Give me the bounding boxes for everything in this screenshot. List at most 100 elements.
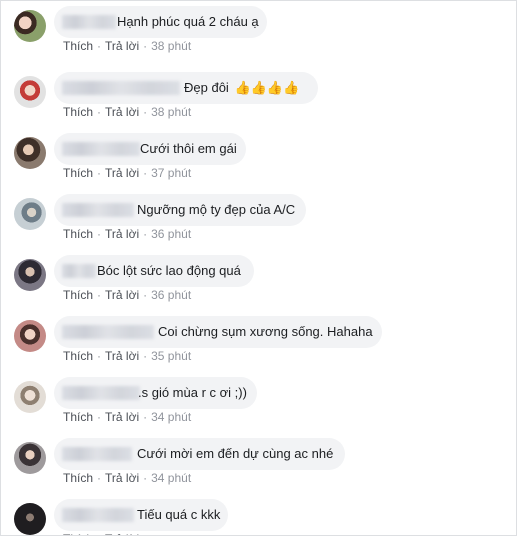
comment-bubble: Coi chừng sụm xương sống. Hahaha <box>54 316 382 348</box>
separator: · <box>143 471 148 485</box>
separator: · <box>97 532 101 535</box>
separator: · <box>143 349 148 363</box>
avatar[interactable] <box>14 503 46 535</box>
comment-text: Cưới thôi em gái <box>140 141 237 156</box>
comment-item: Tiếu quá c kkk Thích · Trả lời · <box>1 494 516 535</box>
timestamp[interactable]: 38 phút <box>151 39 191 53</box>
separator: · <box>97 39 102 53</box>
comment-actions: Thích · Trả lời · 35 phút <box>63 349 191 363</box>
comment-bubble: Đẹp đôi 👍👍👍👍 <box>54 72 318 104</box>
timestamp[interactable]: 36 phút <box>151 227 191 241</box>
like-link[interactable]: Thích <box>63 349 93 363</box>
like-link[interactable]: Thích <box>63 105 93 119</box>
timestamp[interactable]: 34 phút <box>151 410 191 424</box>
commenter-name-blurred[interactable] <box>62 386 140 400</box>
comment-actions: Thích · Trả lời · 36 phút <box>63 227 191 241</box>
reply-link[interactable]: Trả lời <box>105 39 139 53</box>
comment-actions: Thích · Trả lời · 34 phút <box>63 410 191 424</box>
comment-bubble: Bóc lột sức lao động quá <box>54 255 254 287</box>
comment-item: Coi chừng sụm xương sống. Hahaha Thích · T… <box>1 311 516 372</box>
separator: · <box>97 410 102 424</box>
reply-link[interactable]: Trả lời <box>105 105 139 119</box>
commenter-name-blurred[interactable] <box>62 264 96 278</box>
like-link[interactable]: Thích <box>63 471 93 485</box>
thumbs-up-emoji: 👍👍👍👍 <box>234 80 300 95</box>
timestamp[interactable]: 37 phút <box>151 166 191 180</box>
comment-item: Cưới thôi em gái Thích · Trả lời · 37 phút <box>1 128 516 189</box>
comment-bubble: Ngưỡng mộ ty đẹp của A/C <box>54 194 306 226</box>
separator: · <box>143 105 148 119</box>
comment-item: Đẹp đôi 👍👍👍👍 Thích · Trả lời · 38 phút <box>1 67 516 128</box>
comment-bubble: Tiếu quá c kkk <box>54 499 228 531</box>
avatar[interactable] <box>14 10 46 42</box>
separator: · <box>97 227 102 241</box>
commenter-name-blurred[interactable] <box>62 15 116 29</box>
like-link[interactable]: Thích <box>63 532 93 535</box>
comment-text: Đẹp đôi 👍👍👍👍 <box>184 80 299 96</box>
comment-item: .s gió mùa r c ơi ;)) Thích · Trả lời · 34 p… <box>1 372 516 433</box>
commenter-name-blurred[interactable] <box>62 447 132 461</box>
comment-item: Cưới mời em đến dự cùng ac nhé Thích · Trả… <box>1 433 516 494</box>
commenter-name-blurred[interactable] <box>62 325 154 339</box>
avatar[interactable] <box>14 381 46 413</box>
separator: · <box>97 166 102 180</box>
separator: · <box>97 288 102 302</box>
like-link[interactable]: Thích <box>63 288 93 302</box>
separator: · <box>97 105 102 119</box>
reply-link[interactable]: Trả lời <box>105 227 139 241</box>
timestamp[interactable]: 34 phút <box>151 471 191 485</box>
like-link[interactable]: Thích <box>63 410 93 424</box>
comment-text: Cưới mời em đến dự cùng ac nhé <box>137 446 334 461</box>
comment-actions: Thích · Trả lời · 38 phút <box>63 39 191 53</box>
comment-bubble: Cưới thôi em gái <box>54 133 246 165</box>
reply-link[interactable]: Trả lời <box>105 532 139 535</box>
commenter-name-blurred[interactable] <box>62 203 134 217</box>
avatar[interactable] <box>14 137 46 169</box>
like-link[interactable]: Thích <box>63 227 93 241</box>
comment-item: Bóc lột sức lao động quá Thích · Trả lời · 3… <box>1 250 516 311</box>
timestamp[interactable]: 38 phút <box>151 105 191 119</box>
reply-link[interactable]: Trả lời <box>105 166 139 180</box>
comment-text: Tiếu quá c kkk <box>137 507 221 522</box>
avatar[interactable] <box>14 320 46 352</box>
comment-actions: Thích · Trả lời · 37 phút <box>63 166 191 180</box>
comment-actions: Thích · Trả lời · 36 phút <box>63 288 191 302</box>
separator: · <box>143 410 148 424</box>
separator: · <box>143 166 148 180</box>
comment-text: Ngưỡng mộ ty đẹp của A/C <box>137 202 296 217</box>
comment-bubble: .s gió mùa r c ơi ;)) <box>54 377 257 409</box>
reply-link[interactable]: Trả lời <box>105 471 139 485</box>
commenter-name-blurred[interactable] <box>62 81 180 95</box>
comments-panel: Hạnh phúc quá 2 cháu ạ Thích · Trả lời · 38 … <box>0 0 517 536</box>
comment-actions: Thích · Trả lời · 34 phút <box>63 471 191 485</box>
reply-link[interactable]: Trả lời <box>105 349 139 363</box>
comment-text: Bóc lột sức lao động quá <box>97 263 241 278</box>
avatar[interactable] <box>14 76 46 108</box>
comment-text: Coi chừng sụm xương sống. Hahaha <box>158 324 373 339</box>
commenter-name-blurred[interactable] <box>62 508 134 522</box>
commenter-name-blurred[interactable] <box>62 142 140 156</box>
separator: · <box>97 471 102 485</box>
comment-text: .s gió mùa r c ơi ;)) <box>138 385 247 400</box>
comment-text: Hạnh phúc quá 2 cháu ạ <box>117 14 259 29</box>
avatar[interactable] <box>14 259 46 291</box>
separator: · <box>143 39 148 53</box>
separator: · <box>97 349 102 363</box>
comment-bubble: Hạnh phúc quá 2 cháu ạ <box>54 6 267 38</box>
timestamp[interactable]: 35 phút <box>151 349 191 363</box>
separator: · <box>143 288 148 302</box>
avatar[interactable] <box>14 442 46 474</box>
reply-link[interactable]: Trả lời <box>105 288 139 302</box>
like-link[interactable]: Thích <box>63 39 93 53</box>
comment-item: Ngưỡng mộ ty đẹp của A/C Thích · Trả lời · 3… <box>1 189 516 250</box>
timestamp[interactable]: 36 phút <box>151 288 191 302</box>
separator: · <box>143 532 147 535</box>
comment-actions: Thích · Trả lời · 38 phút <box>63 105 191 119</box>
comment-item: Hạnh phúc quá 2 cháu ạ Thích · Trả lời · 38 … <box>1 1 516 62</box>
comment-text-content: Đẹp đôi <box>184 80 229 95</box>
avatar[interactable] <box>14 198 46 230</box>
like-link[interactable]: Thích <box>63 166 93 180</box>
reply-link[interactable]: Trả lời <box>105 410 139 424</box>
comment-actions: Thích · Trả lời · <box>63 532 151 535</box>
comment-bubble: Cưới mời em đến dự cùng ac nhé <box>54 438 345 470</box>
